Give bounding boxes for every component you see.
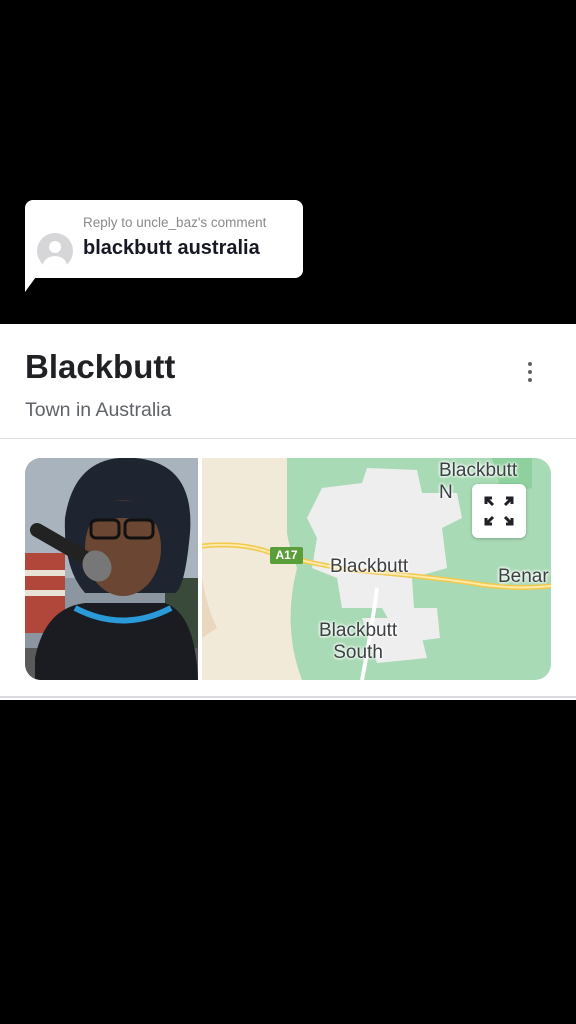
- media-strip: A17 Blackbutt N Blackbutt Blackbutt Sout…: [25, 458, 551, 680]
- place-title: Blackbutt: [25, 348, 176, 385]
- reply-bubble: Reply to uncle_baz's comment blackbutt a…: [25, 200, 303, 278]
- expand-map-button[interactable]: [472, 484, 526, 538]
- reply-caption: Reply to uncle_baz's comment: [83, 215, 267, 230]
- avatar: [37, 233, 73, 269]
- more-options-icon[interactable]: [518, 360, 542, 384]
- expand-icon: [484, 496, 514, 526]
- place-photo[interactable]: [25, 458, 198, 680]
- map-label-town: Blackbutt: [330, 556, 409, 577]
- knowledge-card: Blackbutt Town in Australia A17 Blackbut…: [0, 324, 576, 700]
- reply-text: blackbutt australia: [83, 237, 260, 259]
- map-label-south: Blackbutt South: [319, 620, 398, 663]
- road-shield-a17: A17: [270, 547, 303, 564]
- map-preview[interactable]: A17 Blackbutt N Blackbutt Blackbutt Sout…: [202, 458, 551, 680]
- map-label-east: Benar: [498, 566, 549, 587]
- place-subtitle: Town in Australia: [25, 399, 172, 421]
- divider: [0, 438, 576, 439]
- bottom-divider: [0, 696, 576, 698]
